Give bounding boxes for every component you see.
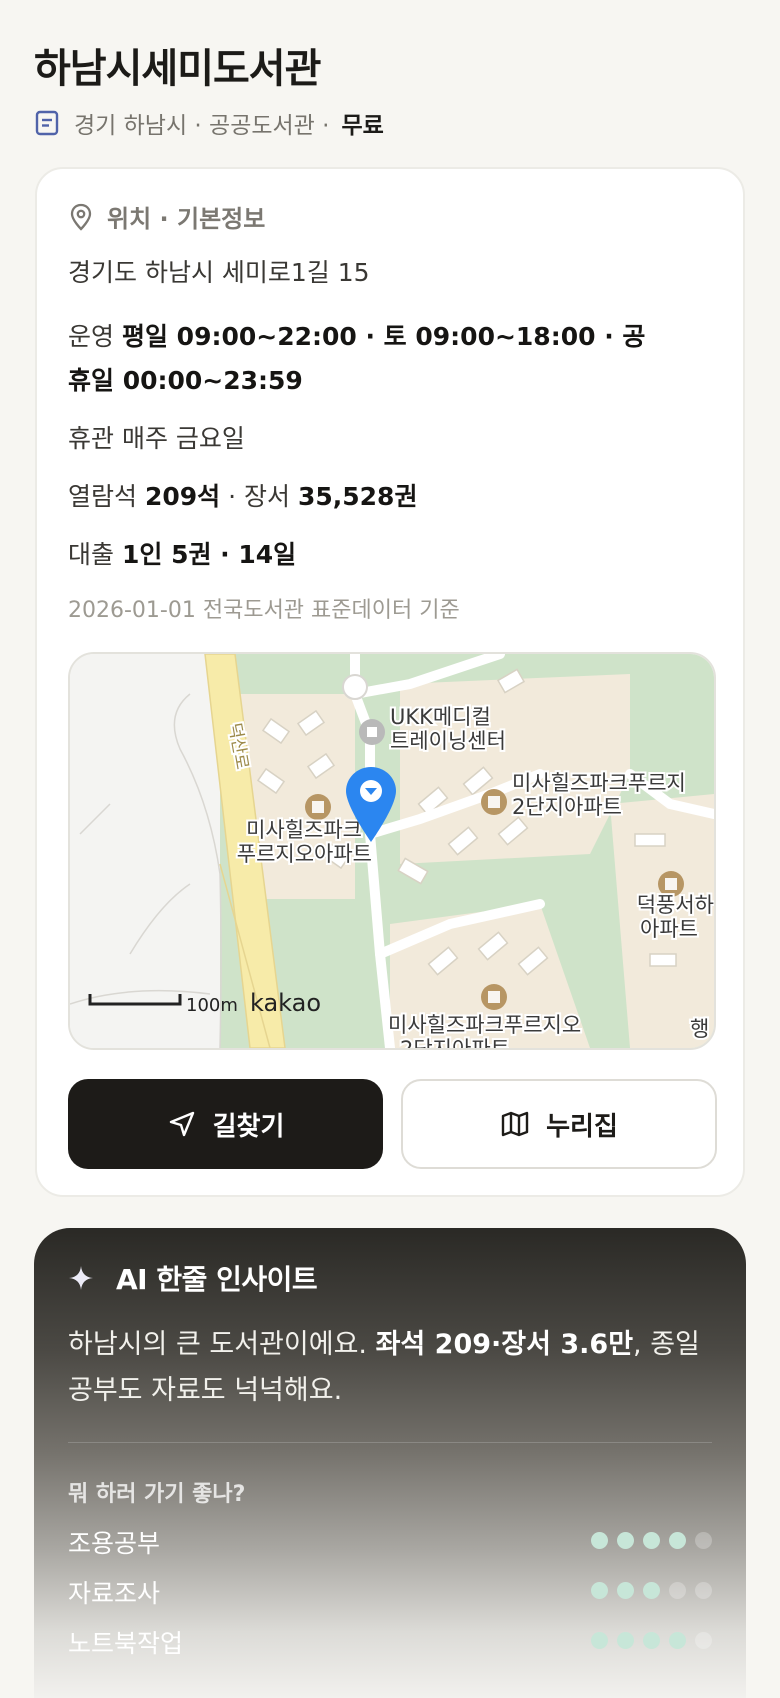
apartment-icon <box>481 789 507 815</box>
rating-dot <box>591 1582 608 1599</box>
rating-dot <box>669 1582 686 1599</box>
poi-icon <box>359 719 385 745</box>
rating-label: 자료조사 <box>68 1579 161 1608</box>
books-value: 35,528권 <box>297 482 418 511</box>
info-card: 위치 · 기본정보 경기도 하남시 세미로1길 15 운영 평일 09:00~2… <box>35 167 745 1197</box>
rating-row: 조용공부 <box>68 1520 712 1560</box>
rating-row: 노트북작업 <box>68 1620 712 1660</box>
hours-label: 운영 <box>68 322 115 351</box>
section-title: 위치 · 기본정보 <box>107 205 266 233</box>
poi-label: 2단지아파트 <box>512 795 622 819</box>
website-button-label: 누리집 <box>546 1111 618 1142</box>
ai-insight-card: AI 한줄 인사이트 하남시의 큰 도서관이에요. 좌석 209·장서 3.6만… <box>34 1228 746 1698</box>
map[interactable]: 덕산로 UKK메디컬 트레이닝센터 미사힐즈파크 푸르지오아파트 미사힐즈파크푸… <box>68 652 716 1050</box>
ai-title: AI 한줄 인사이트 <box>116 1263 318 1296</box>
divider <box>68 1442 712 1443</box>
rating-label: 조용공부 <box>68 1529 161 1558</box>
website-button[interactable]: 누리집 <box>401 1079 717 1169</box>
rating-dot <box>643 1632 660 1649</box>
closed-label: 휴관 <box>68 424 115 453</box>
rating-row: 자료조사 <box>68 1570 712 1610</box>
scale-label: 100m <box>186 995 238 1016</box>
poi-label: 미사힐즈파크푸르지오 <box>388 1013 581 1037</box>
rating-dot <box>695 1582 712 1599</box>
poi-label: UKK메디컬 <box>390 705 491 729</box>
rating-dot <box>591 1532 608 1549</box>
poi-label: 행 <box>690 1017 709 1041</box>
rating-dot <box>669 1532 686 1549</box>
closed-value: 매주 금요일 <box>121 424 245 453</box>
price-label: 무료 <box>341 113 384 139</box>
hours-value: 평일 09:00~22:00 · 토 09:00~18:00 · 공휴일 00:… <box>68 322 646 395</box>
poi-label: 미사힐즈파크 <box>246 818 362 842</box>
operating-hours: 운영 평일 09:00~22:00 · 토 09:00~18:00 · 공휴일 … <box>68 315 668 403</box>
poi-label: 2단지아파트 <box>400 1037 510 1048</box>
map-icon <box>501 1111 529 1137</box>
page-title: 하남시세미도서관 <box>34 46 321 92</box>
seats-value: 209석 <box>144 482 221 511</box>
rating-dot <box>617 1632 634 1649</box>
poi-label: 미사힐즈파크푸르지 <box>512 771 686 795</box>
rating-dot <box>643 1532 660 1549</box>
ai-text-part: 하남시의 큰 도서관이에요. <box>68 1329 367 1360</box>
navigation-arrow-icon <box>169 1111 194 1137</box>
apartment-icon <box>305 794 331 820</box>
ai-insight-text: 하남시의 큰 도서관이에요. 좌석 209·장서 3.6만, 종일 공부도 자료… <box>68 1322 708 1414</box>
loan-policy: 대출 1인 5권 · 14일 <box>68 533 296 577</box>
route-button[interactable]: 길찾기 <box>68 1079 383 1169</box>
document-icon <box>34 110 60 136</box>
capacity: 열람석 209석 · 장서 35,528권 <box>68 475 417 519</box>
location-pin-icon <box>70 203 92 231</box>
rating-dot <box>695 1532 712 1549</box>
rating-dots <box>582 1532 712 1549</box>
rating-dot <box>591 1632 608 1649</box>
rating-dot <box>617 1532 634 1549</box>
seats-label: 열람석 <box>68 482 138 511</box>
poi-label: 푸르지오아파트 <box>237 842 372 866</box>
rating-dot <box>643 1582 660 1599</box>
poi-label: 트레이닝센터 <box>390 729 506 753</box>
kakao-logo: kakao <box>250 989 321 1017</box>
rating-dots <box>582 1582 712 1599</box>
closed-days: 휴관 매주 금요일 <box>68 417 245 461</box>
rating-label: 노트북작업 <box>68 1629 184 1658</box>
ai-text-highlight: 좌석 209·장서 3.6만 <box>375 1329 634 1360</box>
rating-dot <box>617 1582 634 1599</box>
rating-dot <box>695 1632 712 1649</box>
loan-label: 대출 <box>68 540 115 569</box>
library-meta: 경기 하남시 · 공공도서관 · 무료 <box>34 106 384 140</box>
books-label: · 장서 <box>228 482 291 511</box>
ai-question: 뭐 하러 가기 좋나? <box>68 1482 246 1507</box>
poi-label: 아파트 <box>640 917 698 941</box>
rating-dots <box>582 1632 712 1649</box>
loan-value: 1인 5권 · 14일 <box>121 540 297 569</box>
ai-header: AI 한줄 인사이트 <box>68 1258 318 1298</box>
route-button-label: 길찾기 <box>212 1111 285 1142</box>
address: 경기도 하남시 세미로1길 15 <box>68 258 370 287</box>
data-source: 2026-01-01 전국도서관 표준데이터 기준 <box>68 598 460 623</box>
apartment-icon <box>481 984 507 1010</box>
section-header: 위치 · 기본정보 <box>69 199 265 234</box>
rating-dot <box>669 1632 686 1649</box>
library-meta-text: 경기 하남시 · 공공도서관 · <box>74 113 330 139</box>
poi-label: 덕풍서하 <box>637 893 714 917</box>
sparkle-icon <box>69 1266 93 1290</box>
